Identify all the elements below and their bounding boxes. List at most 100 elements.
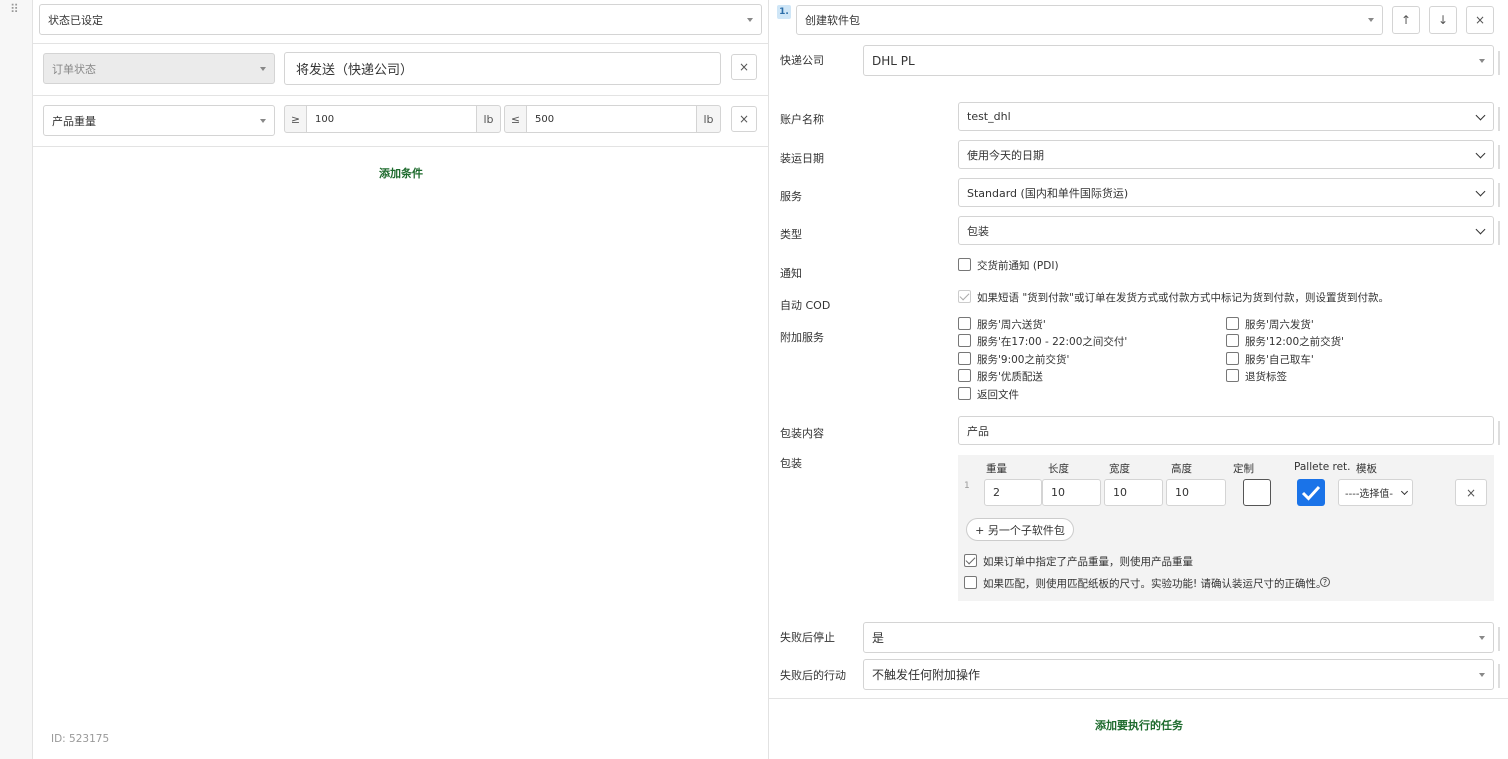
- remove-condition-button[interactable]: ×: [731, 106, 757, 132]
- max-unit-addon: lb: [696, 105, 721, 133]
- ship-date-select[interactable]: 使用今天的日期: [958, 140, 1494, 169]
- conditions-panel: 状态已设定 订单状态 将发送（快递公司） × 产品重量 ≥ 100 lb ≤ 5…: [32, 0, 769, 759]
- scrollbar-edge: [1498, 107, 1500, 131]
- chevron-down-icon: [1475, 186, 1486, 196]
- add-task-link[interactable]: 添加要执行的任务: [1095, 717, 1183, 733]
- condition-field-select: 订单状态: [43, 53, 275, 84]
- remove-package-button[interactable]: ×: [1455, 479, 1487, 506]
- add-subpackage-button[interactable]: + 另一个子软件包: [966, 518, 1074, 541]
- chevron-down-icon: [1400, 487, 1409, 495]
- extra-service-checkbox[interactable]: [1226, 369, 1239, 382]
- ge-symbol: ≥: [290, 112, 301, 126]
- account-value: test_dhl: [967, 110, 1011, 123]
- pkg-header-pallete: Pallete ret.: [1294, 461, 1351, 473]
- chevron-down-icon: [1475, 148, 1486, 158]
- condition-value-input[interactable]: 将发送（快递公司）: [284, 52, 721, 85]
- pkg-header-width: 宽度: [1109, 463, 1130, 475]
- extra-service-checkbox[interactable]: [958, 334, 971, 347]
- extra-service-label: 服务'优质配送: [977, 371, 1043, 383]
- pkg-header-custom: 定制: [1233, 463, 1254, 475]
- close-icon: ×: [738, 112, 750, 126]
- trigger-select[interactable]: 状态已设定: [39, 4, 762, 35]
- close-icon: ×: [1474, 13, 1486, 27]
- remove-action-button[interactable]: ×: [1466, 6, 1494, 34]
- remove-condition-button[interactable]: ×: [731, 54, 757, 80]
- pdi-option-label: 交货前通知 (PDI): [977, 260, 1059, 272]
- package-label: 包装: [780, 457, 802, 470]
- pkg-row-index: 1: [964, 481, 970, 491]
- divider: [33, 43, 769, 44]
- extra-services-label: 附加服务: [780, 331, 824, 344]
- scrollbar-edge: [1498, 183, 1500, 207]
- pkg-custom-checkbox[interactable]: [1243, 479, 1271, 506]
- scrollbar-edge: [1498, 221, 1500, 245]
- max-weight-input[interactable]: 500: [526, 105, 697, 133]
- ship-date-value: 使用今天的日期: [967, 148, 1044, 162]
- move-down-button[interactable]: ↓: [1429, 6, 1457, 34]
- pkg-width-input[interactable]: 10: [1104, 479, 1163, 506]
- extra-service-checkbox[interactable]: [1226, 334, 1239, 347]
- cod-text: 如果短语 "货到付款"或订单在发货方式或付款方式中标记为货到付款，则设置货到付款…: [977, 292, 1389, 304]
- divider: [33, 95, 769, 96]
- pkg-weight-input[interactable]: 2: [984, 479, 1042, 506]
- add-condition-link[interactable]: 添加条件: [379, 165, 423, 181]
- condition-field-value: 订单状态: [52, 62, 96, 76]
- type-select[interactable]: 包装: [958, 216, 1494, 245]
- le-addon: ≤: [504, 105, 527, 133]
- contents-label: 包装内容: [780, 427, 824, 440]
- account-select[interactable]: test_dhl: [958, 102, 1494, 131]
- stop-on-fail-select[interactable]: 是: [863, 622, 1494, 653]
- action-type-select[interactable]: 创建软件包: [796, 5, 1383, 35]
- extra-service-checkbox[interactable]: [1226, 317, 1239, 330]
- service-value: Standard (国内和单件国际货运): [967, 186, 1129, 200]
- max-weight-value: 500: [535, 113, 555, 125]
- scrollbar-edge: [1498, 421, 1500, 445]
- pkg-height-input[interactable]: 10: [1166, 479, 1226, 506]
- pkg-template-select[interactable]: ----选择值-: [1338, 479, 1413, 506]
- scrollbar-edge: [1498, 664, 1500, 688]
- use-carton-size-checkbox[interactable]: [964, 576, 977, 589]
- use-product-weight-checkbox[interactable]: [964, 554, 977, 567]
- min-unit-addon: lb: [476, 105, 501, 133]
- pkg-template-value: ----选择值-: [1345, 489, 1394, 500]
- condition-value-text: 将发送（快递公司）: [296, 63, 414, 78]
- dropdown-arrow-icon: [747, 17, 753, 22]
- extra-service-label: 服务'自己取车': [1245, 354, 1314, 366]
- extra-service-label: 退货标签: [1245, 371, 1287, 383]
- courier-label: 快递公司: [780, 54, 824, 67]
- extra-service-checkbox[interactable]: [958, 352, 971, 365]
- pdi-checkbox[interactable]: [958, 258, 971, 271]
- scrollbar-edge: [1498, 145, 1500, 169]
- extra-service-checkbox[interactable]: [958, 387, 971, 400]
- pkg-header-weight: 重量: [986, 463, 1007, 475]
- help-icon[interactable]: ?: [1320, 577, 1330, 587]
- use-product-weight-label: 如果订单中指定了产品重量，则使用产品重量: [983, 556, 1193, 568]
- service-select[interactable]: Standard (国内和单件国际货运): [958, 178, 1494, 207]
- divider: [769, 698, 1508, 699]
- extra-service-checkbox[interactable]: [1226, 352, 1239, 365]
- contents-value: 产品: [967, 424, 989, 438]
- pkg-pallete-checkbox[interactable]: [1297, 479, 1325, 506]
- chevron-down-icon: [1475, 224, 1486, 234]
- condition-field-select[interactable]: 产品重量: [43, 105, 275, 136]
- move-up-button[interactable]: ↑: [1392, 6, 1420, 34]
- pkg-length-input[interactable]: 10: [1042, 479, 1101, 506]
- pkg-weight-value: 2: [993, 486, 1000, 499]
- extra-service-label: 服务'周六发货': [1245, 319, 1314, 331]
- dropdown-arrow-icon: [1479, 58, 1485, 63]
- min-weight-input[interactable]: 100: [306, 105, 477, 133]
- after-fail-select[interactable]: 不触发任何附加操作: [863, 659, 1494, 690]
- use-carton-size-label: 如果匹配，则使用匹配纸板的尺寸。实验功能! 请确认装运尺寸的正确性。: [983, 578, 1327, 590]
- extra-service-checkbox[interactable]: [958, 369, 971, 382]
- extra-service-checkbox[interactable]: [958, 317, 971, 330]
- pkg-header-height: 高度: [1171, 463, 1192, 475]
- min-weight-value: 100: [315, 113, 335, 125]
- courier-select[interactable]: DHL PL: [863, 45, 1494, 76]
- extra-service-label: 服务'12:00之前交货': [1245, 336, 1345, 348]
- check-icon: [1301, 485, 1321, 501]
- pkg-width-value: 10: [1113, 486, 1127, 499]
- contents-input[interactable]: 产品: [958, 416, 1494, 445]
- dropdown-arrow-icon: [1368, 18, 1374, 22]
- actions-panel: 1. 创建软件包 ↑ ↓ × 快递公司 DHL PL 账户名称 test_dhl…: [769, 0, 1508, 759]
- drag-handle-icon[interactable]: ⠿: [10, 3, 22, 23]
